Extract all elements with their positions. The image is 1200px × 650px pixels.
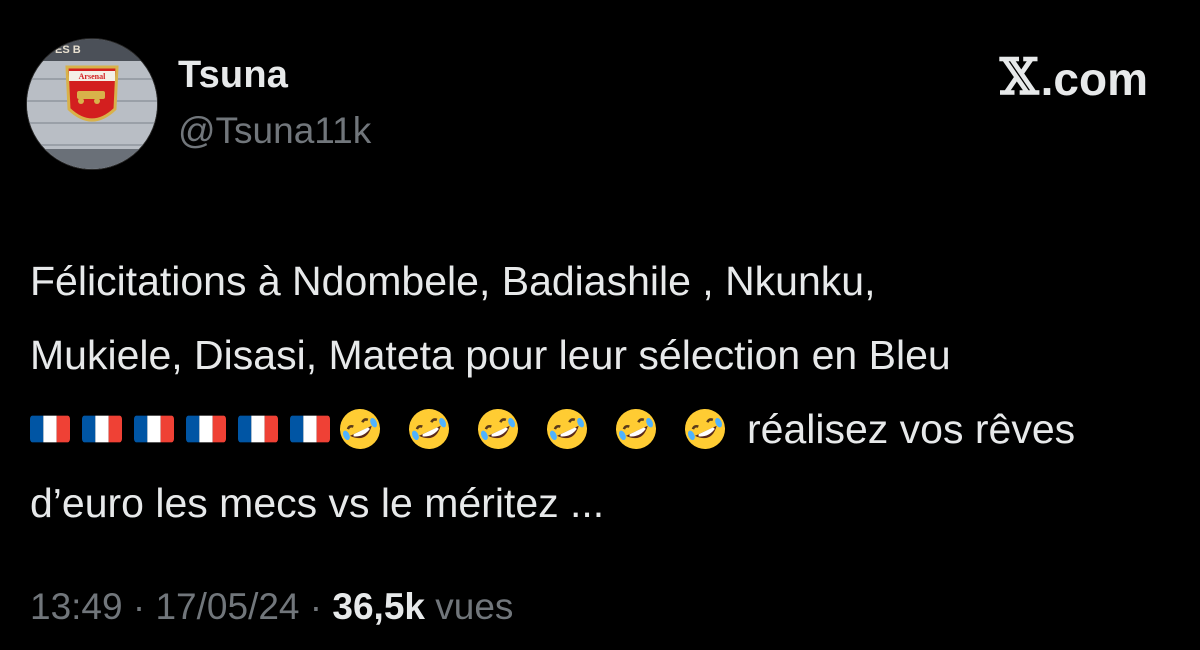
tweet-line-1: Félicitations à Ndombele, Badiashile , N… (30, 258, 876, 304)
author-display-name[interactable]: Tsuna (178, 54, 288, 97)
meta-separator: · (299, 586, 333, 627)
tweet-meta: 13:49 · 17/05/24 · 36,5k vues (30, 586, 513, 628)
author-handle[interactable]: @Tsuna11k (178, 110, 371, 152)
france-flag-icon (290, 415, 330, 443)
tweet-text: Félicitations à Ndombele, Badiashile , N… (30, 244, 1180, 540)
tweet-line-2: Mukiele, Disasi, Mateta pour leur sélect… (30, 332, 951, 378)
france-flag-icon (134, 415, 174, 443)
rofl-emoji-icon (476, 407, 520, 451)
rofl-emoji-icon (338, 407, 382, 451)
x-logo-text: .com (1040, 53, 1148, 105)
rofl-emoji-icon (683, 407, 727, 451)
tweet-time[interactable]: 13:49 (30, 586, 123, 627)
views-count[interactable]: 36,5k (332, 586, 425, 627)
x-logo: 𝕏 .com (1000, 52, 1148, 106)
x-logo-icon: 𝕏 (999, 47, 1039, 106)
tweet-line-4: d’euro les mecs vs le méritez ... (30, 480, 605, 526)
svg-text:Arsenal: Arsenal (79, 72, 106, 81)
france-flag-icon (238, 415, 278, 443)
svg-text:ES B: ES B (55, 44, 81, 56)
arsenal-crest-icon: ES B Arsenal (27, 39, 157, 169)
france-flag-icon (186, 415, 226, 443)
tweet-emoji-line: réalisez vos rêves (30, 392, 1180, 466)
avatar[interactable]: ES B Arsenal (26, 38, 158, 170)
rofl-emoji-icon (545, 407, 589, 451)
meta-separator: · (122, 586, 156, 627)
rofl-emoji-icon (614, 407, 658, 451)
rofl-emoji-icon (407, 407, 451, 451)
france-flag-icon (30, 415, 70, 443)
tweet-line-3-tail: réalisez vos rêves (747, 406, 1076, 452)
views-label: vues (425, 586, 514, 627)
france-flag-icon (82, 415, 122, 443)
tweet-date[interactable]: 17/05/24 (155, 586, 299, 627)
